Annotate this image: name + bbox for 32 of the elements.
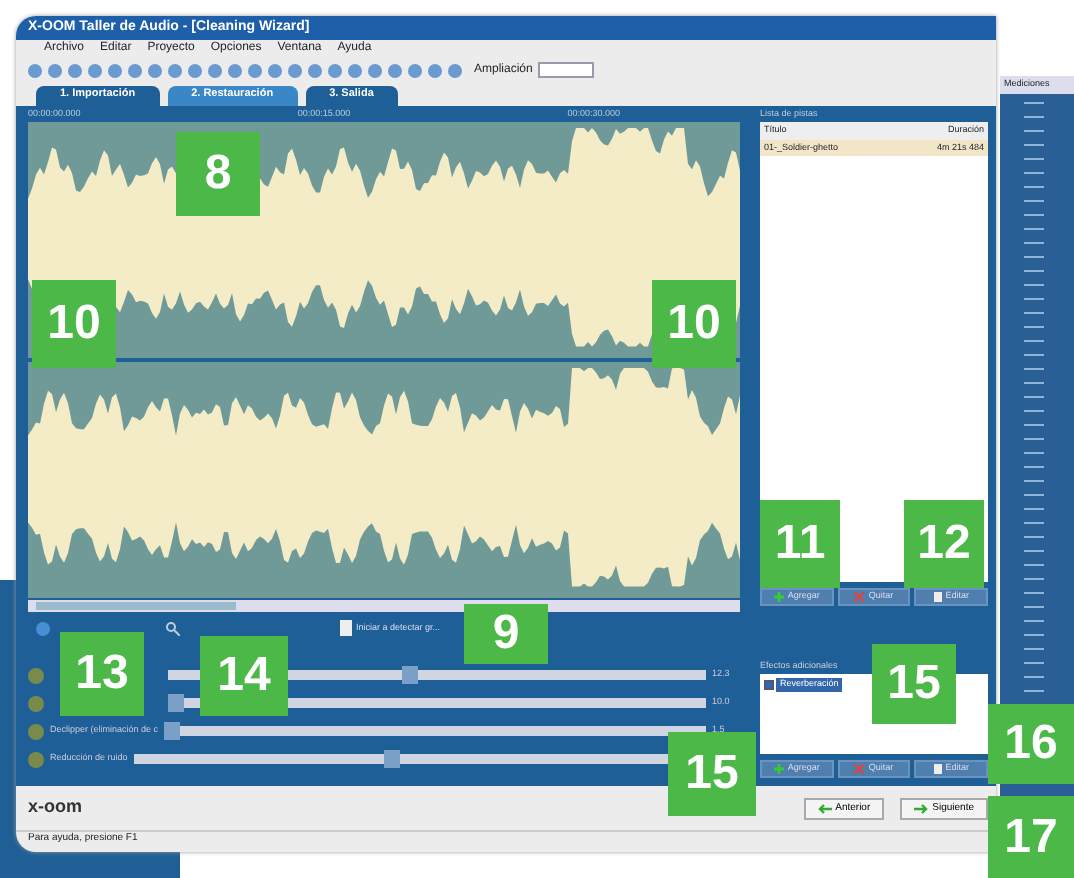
slider-thumb[interactable]	[402, 666, 419, 684]
zoom-dropdown[interactable]	[538, 62, 595, 78]
cross-icon	[854, 763, 865, 774]
logo: x-oom	[28, 794, 84, 821]
magnifier-icon	[166, 621, 180, 635]
page-icon	[933, 592, 942, 602]
slider-thumb[interactable]	[164, 722, 181, 740]
callout-tooltip: 15	[872, 644, 956, 724]
callout-tooltip: 13	[60, 632, 144, 716]
callout-tooltip: 12	[904, 500, 984, 588]
callout-tooltip: 17	[988, 796, 1074, 878]
page-icon	[933, 763, 942, 774]
callout-tooltip: 15	[668, 732, 756, 816]
callout-tooltip: 11	[760, 500, 840, 588]
document-icon	[340, 620, 352, 636]
globe-icon[interactable]	[36, 621, 50, 635]
arrow-right-icon	[914, 803, 929, 813]
arrow-left-icon	[817, 803, 832, 813]
callout-tooltip: 10	[32, 280, 116, 368]
plus-icon	[773, 763, 784, 774]
plus-icon	[773, 592, 784, 602]
callout-tooltip: 16	[988, 704, 1074, 784]
callout-tooltip: 10	[652, 280, 736, 368]
scrollbar[interactable]	[28, 600, 740, 612]
slider-thumb[interactable]	[383, 750, 400, 768]
callout-tooltip: 14	[200, 636, 288, 716]
callout-tooltip: 8	[176, 132, 260, 216]
checkbox[interactable]	[764, 679, 774, 690]
cross-icon	[854, 592, 865, 602]
slider-thumb[interactable]	[168, 694, 184, 712]
slider-track[interactable]	[164, 726, 706, 736]
callout-tooltip: 9	[464, 604, 548, 664]
